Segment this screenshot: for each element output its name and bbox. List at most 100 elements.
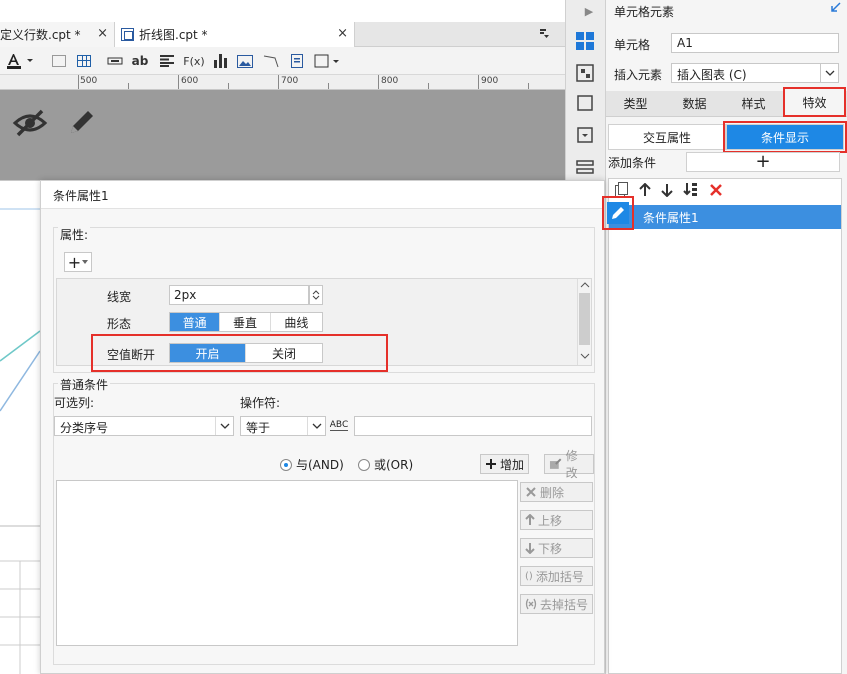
tab-define-rows[interactable]: 定义行数.cpt * × xyxy=(0,22,115,47)
move-bottom-icon[interactable] xyxy=(683,182,699,202)
insert-element-select[interactable]: 插入图表 (C) xyxy=(671,63,839,83)
move-up-label: 上移 xyxy=(538,513,563,528)
close-icon[interactable]: × xyxy=(337,26,348,41)
radio-or-label: 或(OR) xyxy=(374,458,414,472)
move-down-label: 下移 xyxy=(538,541,563,556)
chevron-down-icon[interactable] xyxy=(307,417,325,435)
radio-dot xyxy=(280,458,292,471)
line-width-input[interactable]: 2px xyxy=(169,285,309,305)
remove-bracket-icon xyxy=(525,598,537,610)
operator-label: 操作符: xyxy=(240,396,281,410)
subtab-interaction[interactable]: 交互属性 xyxy=(608,124,726,150)
cell-input[interactable]: A1 xyxy=(671,33,839,53)
tab-label: 折线图.cpt * xyxy=(139,28,208,42)
line-width-stepper[interactable] xyxy=(309,285,323,305)
optional-column-select[interactable]: 分类序号 xyxy=(54,416,234,436)
bar-chart-icon[interactable] xyxy=(211,52,229,70)
move-up-btn[interactable]: 上移 xyxy=(520,510,593,530)
add-attribute-button[interactable]: + xyxy=(64,252,92,272)
ab-text-icon[interactable]: ab xyxy=(131,52,149,70)
shape-vertical-option[interactable]: 垂直 xyxy=(220,313,271,331)
operator-select[interactable]: 等于 xyxy=(240,416,326,436)
chevron-down-icon[interactable] xyxy=(820,64,838,82)
radio-and[interactable]: 与(AND) xyxy=(280,456,344,473)
list-item[interactable]: 条件属性1 xyxy=(609,205,841,229)
condition-value-input[interactable] xyxy=(354,416,592,436)
hide-eye-icon[interactable] xyxy=(12,108,48,138)
radio-dot xyxy=(358,458,370,471)
cell-label: 单元格 xyxy=(614,38,651,52)
arrow-up-icon[interactable] xyxy=(639,182,651,201)
collapse-arrow-icon[interactable]: ▶ xyxy=(578,0,600,22)
delete-icon[interactable] xyxy=(709,183,723,201)
cell-element-panel: 单元格元素 单元格 A1 插入元素 插入图表 (C) 类型 数据 样式 特效 交… xyxy=(602,0,847,674)
shape-normal-option[interactable]: 普通 xyxy=(170,313,221,331)
shape-curve-option[interactable]: 曲线 xyxy=(271,313,322,331)
tab-style[interactable]: 样式 xyxy=(724,91,783,116)
table-grid-icon[interactable] xyxy=(75,52,93,70)
pen-icon[interactable] xyxy=(66,106,98,138)
collapse-icon[interactable] xyxy=(829,2,841,18)
tab-menu-icon[interactable] xyxy=(538,27,550,42)
ruler-label: 600 xyxy=(181,76,199,86)
tab-type[interactable]: 类型 xyxy=(606,91,665,116)
attribute-scrollbar[interactable] xyxy=(577,279,591,365)
modify-label: 修改 xyxy=(565,449,578,480)
add-condition-button[interactable]: + xyxy=(686,152,840,172)
radio-and-label: 与(AND) xyxy=(296,458,344,472)
add-bracket-label: 添加括号 xyxy=(535,569,584,584)
border-none-icon[interactable] xyxy=(50,52,68,70)
cell-element-icon[interactable] xyxy=(574,30,596,52)
panel-title: 单元格元素 xyxy=(614,5,675,19)
cell-attribute-icon[interactable] xyxy=(574,62,596,84)
image-icon[interactable] xyxy=(236,52,254,70)
font-color-icon[interactable] xyxy=(4,52,36,70)
condition-expression-area[interactable] xyxy=(56,480,518,646)
dropdown-widget-icon[interactable] xyxy=(574,124,596,146)
formula-icon[interactable]: F(x) xyxy=(183,52,205,70)
insert-element-value: 插入图表 (C) xyxy=(677,68,747,82)
delete-condition-btn[interactable]: 删除 xyxy=(520,482,593,502)
remove-bracket-btn[interactable]: 去掉括号 xyxy=(520,594,593,614)
shape-label: 形态 xyxy=(107,317,132,331)
abc-value-type-icon[interactable]: ABC xyxy=(328,416,350,436)
tab-data[interactable]: 数据 xyxy=(665,91,724,116)
highlight-box xyxy=(91,334,388,372)
text-field-icon[interactable] xyxy=(106,52,124,70)
remove-bracket-label: 去掉括号 xyxy=(540,597,589,612)
ruler-label: 700 xyxy=(281,76,299,86)
normal-condition-group: 普通条件 可选列: 操作符: 分类序号 等于 ABC 与(AND) 或(OR) xyxy=(53,376,595,665)
ruler-label: 900 xyxy=(481,76,499,86)
move-down-btn[interactable]: 下移 xyxy=(520,538,593,558)
toolbar: ab F(x) xyxy=(0,47,565,75)
close-icon xyxy=(526,487,536,497)
arrow-down-icon[interactable] xyxy=(661,183,673,201)
border-dropdown-icon[interactable] xyxy=(314,52,340,70)
edit-condition-icon[interactable] xyxy=(602,196,634,230)
layout-icon[interactable] xyxy=(574,156,596,178)
file-icon[interactable] xyxy=(288,52,306,70)
add-condition-btn[interactable]: 增加 xyxy=(480,454,530,474)
widget-icon[interactable] xyxy=(574,92,596,114)
tab-line-chart[interactable]: 折线图.cpt * × xyxy=(115,22,355,47)
chevron-down-icon[interactable] xyxy=(215,417,233,435)
shape-segment: 普通 垂直 曲线 xyxy=(169,312,323,332)
subtab-condition-display[interactable]: 条件显示 xyxy=(723,121,847,153)
report-file-icon xyxy=(121,28,134,41)
radio-or[interactable]: 或(OR) xyxy=(358,456,413,473)
modify-icon xyxy=(549,458,562,469)
canvas-area xyxy=(0,90,565,180)
close-icon[interactable]: × xyxy=(97,26,108,41)
dialog-title: 条件属性1 xyxy=(53,189,109,203)
add-condition-label: 添加条件 xyxy=(608,156,657,170)
chart-canvas xyxy=(0,180,41,674)
effects-subtabs: 交互属性 条件显示 xyxy=(608,121,847,153)
plus-icon: + xyxy=(67,252,82,272)
slash-line-icon[interactable] xyxy=(262,52,280,70)
tab-effects[interactable]: 特效 xyxy=(783,87,846,117)
operator-value: 等于 xyxy=(246,421,271,435)
align-left-icon[interactable] xyxy=(158,52,176,70)
abc-label: ABC xyxy=(329,420,349,431)
add-bracket-btn[interactable]: () 添加括号 xyxy=(520,566,593,586)
modify-condition-btn[interactable]: 修改 xyxy=(544,449,594,480)
